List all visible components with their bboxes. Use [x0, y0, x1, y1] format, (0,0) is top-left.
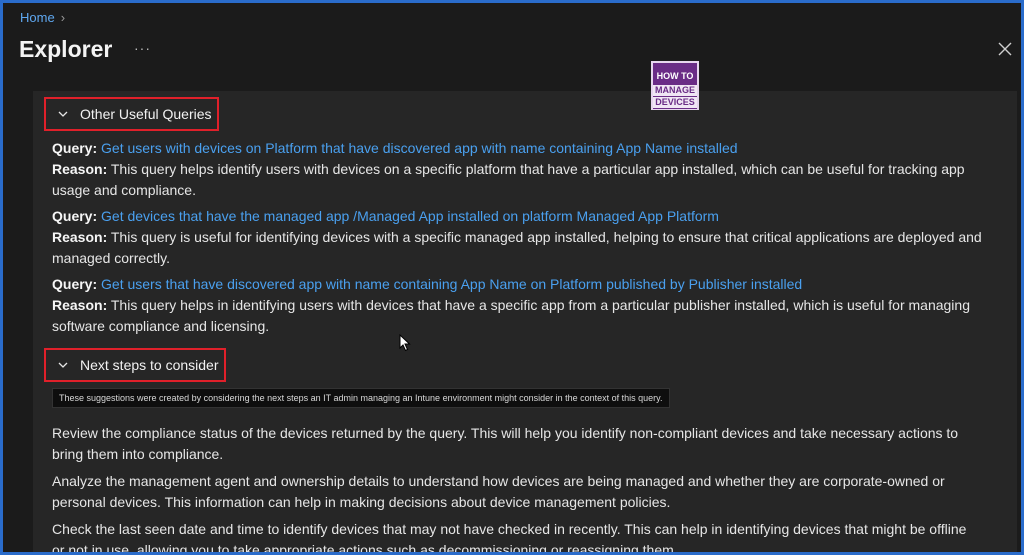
explorer-window: Home › Explorer ··· HOW TO MANAGE DEVICE… [0, 0, 1024, 555]
reason-text: This query helps in identifying users wi… [110, 297, 970, 313]
close-icon[interactable] [997, 41, 1013, 57]
query-item: Query: Get devices that have the managed… [52, 206, 982, 269]
chevron-down-icon [58, 362, 68, 368]
more-options-button[interactable]: ··· [134, 40, 151, 56]
reason-text: usage and compliance. [52, 182, 196, 198]
next-steps-toggle[interactable]: Next steps to consider [44, 348, 226, 382]
query-item: Query: Get users with devices on Platfor… [52, 138, 965, 201]
query-label: Query: [52, 208, 98, 224]
useful-queries-toggle[interactable]: Other Useful Queries [44, 97, 219, 131]
mouse-pointer-icon [399, 334, 411, 352]
how-to-manage-devices-logo: HOW TO MANAGE DEVICES [651, 61, 699, 110]
query-label: Query: [52, 140, 98, 156]
breadcrumb: Home › [20, 10, 65, 25]
next-step-paragraph: Review the compliance status of the devi… [52, 425, 959, 462]
chevron-right-icon: › [60, 10, 66, 25]
reason-label: Reason: [52, 297, 108, 313]
query-label: Query: [52, 276, 98, 292]
query-link[interactable]: Get devices that have the managed app /M… [101, 208, 719, 224]
query-link[interactable]: Get users that have discovered app with … [101, 276, 802, 292]
next-step-paragraph: Analyze the management agent and ownersh… [52, 473, 945, 510]
suggestions-note: These suggestions were created by consid… [52, 388, 670, 408]
reason-text: managed correctly. [52, 250, 171, 266]
reason-text: software compliance and licensing. [52, 318, 270, 334]
query-item: Query: Get users that have discovered ap… [52, 274, 970, 337]
section-label: Other Useful Queries [80, 106, 212, 122]
chevron-down-icon [58, 111, 68, 117]
next-step-paragraph: Check the last seen date and time to ide… [52, 521, 967, 555]
reason-text: This query is useful for identifying dev… [110, 229, 982, 245]
section-label: Next steps to consider [80, 357, 219, 373]
reason-label: Reason: [52, 161, 108, 177]
breadcrumb-home-link[interactable]: Home [20, 10, 55, 25]
reason-label: Reason: [52, 229, 108, 245]
query-link[interactable]: Get users with devices on Platform that … [101, 140, 738, 156]
page-title: Explorer [19, 36, 113, 62]
reason-text: This query helps identify users with dev… [110, 161, 965, 177]
